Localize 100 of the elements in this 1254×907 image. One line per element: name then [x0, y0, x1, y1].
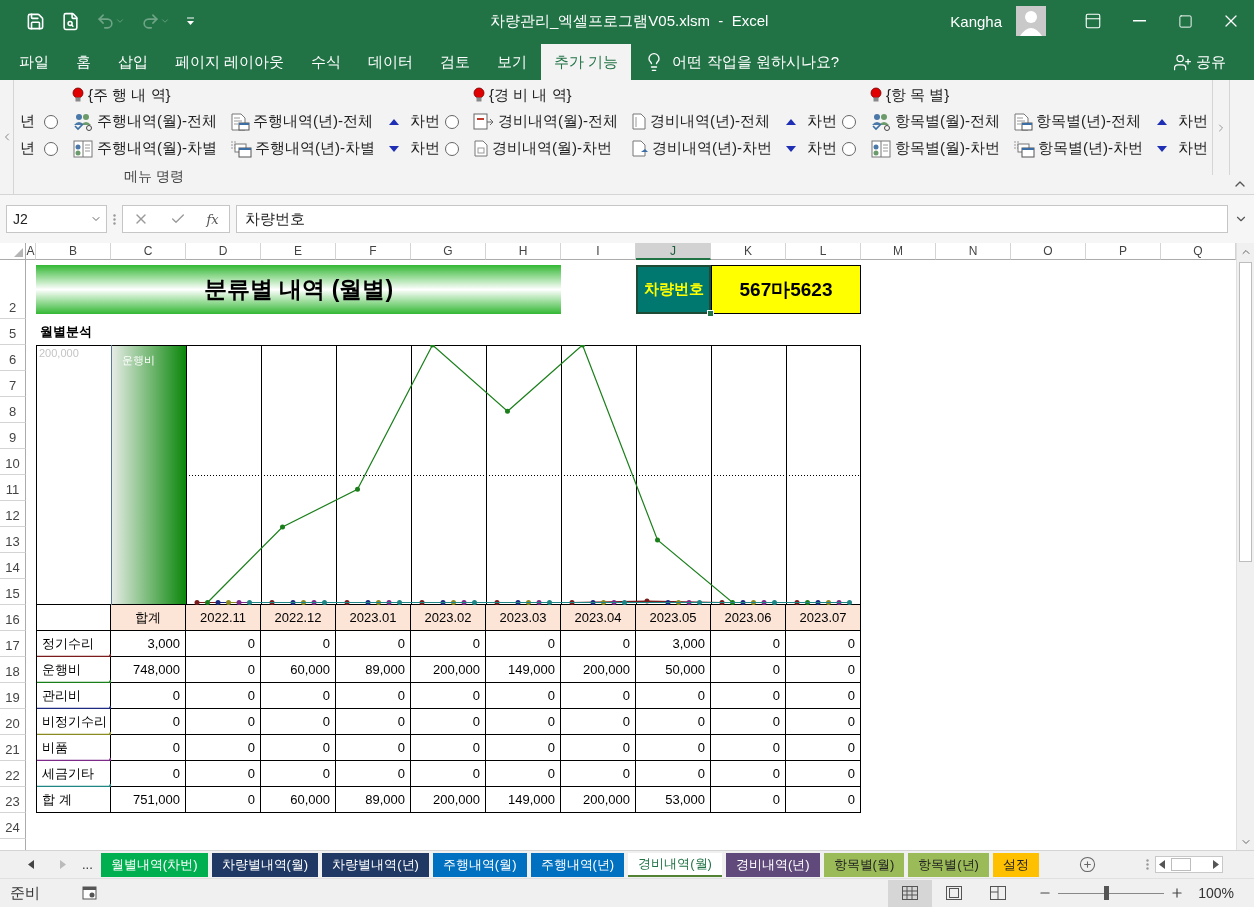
ribbon-tab[interactable]: 수식: [298, 44, 355, 80]
table-cell: 0: [786, 683, 861, 709]
menu-button[interactable]: 주행내역(월)-전체: [72, 112, 217, 131]
row-header[interactable]: 14: [0, 553, 26, 579]
row-header[interactable]: 16: [0, 605, 26, 631]
menu-button[interactable]: 항목별(년)-전체: [1013, 112, 1143, 131]
row-header[interactable]: 13: [0, 527, 26, 553]
row-header[interactable]: 23: [0, 787, 26, 813]
sort-button[interactable]: 차번: [785, 139, 837, 158]
sort-button[interactable]: 차번: [1156, 112, 1208, 131]
formula-input[interactable]: 차량번호: [236, 205, 1228, 233]
menu-button[interactable]: 주행내역(년)-차별: [230, 139, 375, 158]
sheet-tab[interactable]: 차량별내역(월): [211, 852, 319, 877]
column-header[interactable]: I: [561, 243, 636, 260]
row-header[interactable]: 6: [0, 345, 26, 371]
fill-handle[interactable]: [707, 310, 714, 317]
sort-button[interactable]: 차번: [1156, 139, 1208, 158]
section-label: 월별분석: [39, 323, 93, 341]
column-header[interactable]: L: [786, 243, 861, 260]
ribbon-tab[interactable]: 삽입: [105, 44, 161, 80]
share-button[interactable]: 공유: [1167, 44, 1232, 80]
vehicle-label[interactable]: 차량번호: [636, 265, 711, 314]
ribbon-tab[interactable]: 파일: [6, 44, 62, 80]
normal-view-button[interactable]: [888, 879, 933, 907]
group-header: {경 비 내 역}: [489, 85, 572, 105]
column-header[interactable]: H: [486, 243, 561, 260]
macro-record-icon[interactable]: [82, 886, 97, 900]
row-header[interactable]: 9: [0, 423, 26, 449]
table-cell: 0: [711, 735, 786, 761]
sort-button[interactable]: 차번: [785, 112, 837, 131]
scrollbar-thumb[interactable]: [1170, 858, 1191, 871]
select-all-button[interactable]: [0, 243, 26, 260]
column-header[interactable]: K: [711, 243, 786, 260]
row-header[interactable]: 24: [0, 813, 26, 839]
sheet-tab[interactable]: 경비내역(년): [725, 852, 820, 877]
grip-icon: [1145, 859, 1149, 870]
column-header[interactable]: E: [261, 243, 336, 260]
row-header[interactable]: 2: [0, 260, 26, 319]
ribbon-tab[interactable]: 홈: [63, 44, 104, 80]
name-box[interactable]: J2: [6, 205, 107, 233]
zoom-slider-thumb[interactable]: [1103, 886, 1109, 900]
row-header[interactable]: 17: [0, 631, 26, 657]
row-header[interactable]: 20: [0, 709, 26, 735]
sheet-tab[interactable]: 경비내역(월): [628, 852, 722, 877]
menu-button[interactable]: 항목별(월)-차번: [870, 139, 1000, 158]
row-header[interactable]: 21: [0, 735, 26, 761]
column-header[interactable]: G: [411, 243, 486, 260]
menu-button[interactable]: 경비내역(년)-전체: [631, 112, 772, 131]
sort-button[interactable]: 차번: [388, 112, 440, 131]
ribbon-tab[interactable]: 페이지 레이아웃: [162, 44, 298, 80]
sheet-tab[interactable]: 주행내역(월): [432, 852, 527, 877]
row-header[interactable]: 15: [0, 579, 26, 605]
column-header[interactable]: O: [1011, 243, 1086, 260]
insert-function-button[interactable]: fx: [206, 211, 219, 227]
column-header[interactable]: Q: [1161, 243, 1236, 260]
column-header[interactable]: N: [936, 243, 1011, 260]
scrollbar-thumb[interactable]: [1239, 262, 1252, 562]
row-header[interactable]: 8: [0, 397, 26, 423]
tell-me-search[interactable]: 어떤 작업을 원하시나요?: [672, 52, 840, 72]
menu-button[interactable]: 경비내역(년)-차번: [631, 139, 772, 158]
column-header[interactable]: M: [861, 243, 936, 260]
customize-toolbar-button[interactable]: [184, 14, 197, 28]
menu-button[interactable]: 항목별(월)-전체: [870, 112, 1000, 131]
sheet-tab[interactable]: 설정: [992, 852, 1039, 877]
menu-button[interactable]: 경비내역(월)-차번: [473, 139, 618, 158]
table-cell: 0: [486, 683, 561, 709]
add-sheet-button[interactable]: [1078, 856, 1096, 873]
row-header[interactable]: 18: [0, 657, 26, 683]
sheet-tab[interactable]: 차량별내역(년): [322, 852, 429, 877]
column-header[interactable]: P: [1086, 243, 1161, 260]
ribbon-tab[interactable]: 검토: [427, 44, 484, 80]
column-header[interactable]: J: [636, 243, 711, 260]
row-header[interactable]: 5: [0, 319, 26, 345]
scroll-right-icon[interactable]: [1212, 860, 1219, 869]
menu-button[interactable]: 주행내역(년)-전체: [230, 112, 375, 131]
ribbon-tab[interactable]: 데이터: [355, 44, 427, 80]
column-header[interactable]: B: [36, 243, 111, 260]
column-header[interactable]: C: [111, 243, 186, 260]
row-header[interactable]: 7: [0, 371, 26, 397]
row-header[interactable]: 19: [0, 683, 26, 709]
menu-button[interactable]: 주행내역(월)-차별: [72, 139, 217, 158]
row-header[interactable]: 12: [0, 501, 26, 527]
ribbon-tab[interactable]: 보기: [484, 44, 541, 80]
more-sheets-button[interactable]: ...: [74, 857, 101, 872]
sort-button[interactable]: 차번: [388, 139, 440, 158]
row-header[interactable]: 11: [0, 475, 26, 501]
menu-button[interactable]: 항목별(년)-차번: [1013, 139, 1143, 158]
row-header[interactable]: 10: [0, 449, 26, 475]
table-cell: 0: [636, 683, 711, 709]
zoom-in-button[interactable]: [1170, 886, 1185, 900]
column-header[interactable]: D: [186, 243, 261, 260]
column-header-cell: 2023.04: [561, 605, 636, 631]
scroll-left-icon[interactable]: [1158, 860, 1165, 869]
sheet-tab[interactable]: 항목별(년): [908, 852, 989, 877]
menu-button[interactable]: 경비내역(월)-전체: [473, 112, 618, 131]
row-header[interactable]: 22: [0, 761, 26, 787]
column-header[interactable]: F: [336, 243, 411, 260]
sheet-tab[interactable]: 항목별(월): [823, 852, 905, 877]
ribbon-tab[interactable]: 추가 기능: [541, 44, 632, 80]
sheet-tab[interactable]: 주행내역(년): [530, 852, 625, 877]
